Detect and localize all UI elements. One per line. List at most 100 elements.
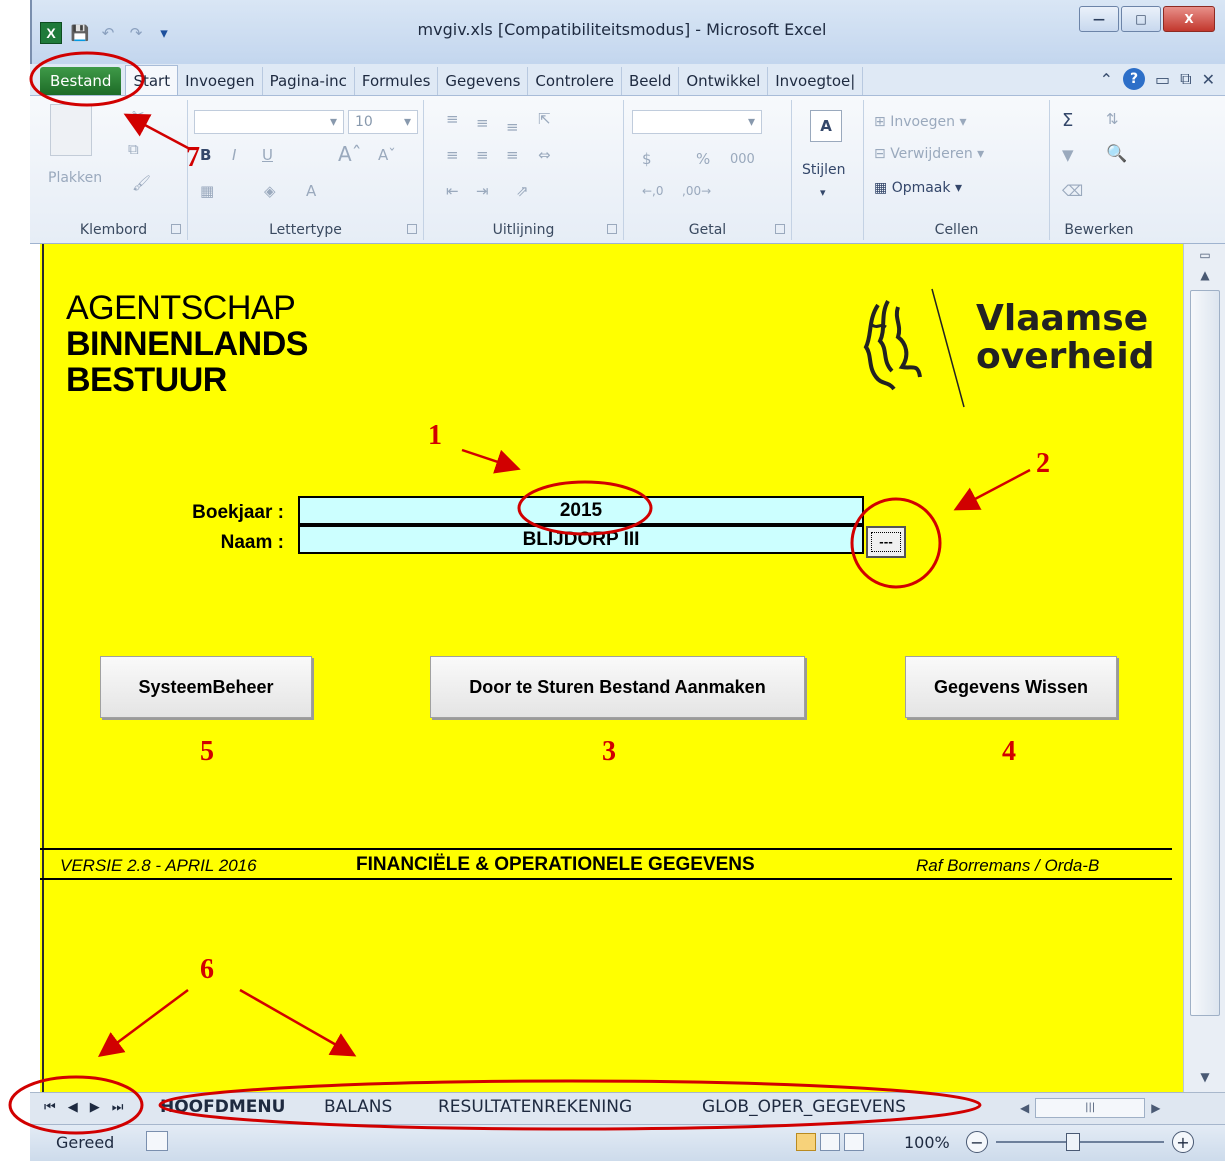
- customize-toolbar-icon[interactable]: ▾: [154, 23, 174, 43]
- styles-dropdown-icon[interactable]: ▾: [820, 186, 826, 199]
- font-name-combo[interactable]: ▾: [194, 110, 344, 134]
- vertical-scrollbar[interactable]: ▭ ▲ ▼: [1183, 244, 1225, 1092]
- maximize-button[interactable]: □: [1121, 6, 1161, 32]
- normal-view-icon[interactable]: [796, 1133, 816, 1151]
- increase-indent-icon[interactable]: ⇥: [476, 182, 489, 200]
- scroll-left-icon[interactable]: ◀: [1020, 1101, 1029, 1115]
- klembord-launcher-icon[interactable]: [171, 224, 181, 234]
- uitlijning-launcher-icon[interactable]: [607, 224, 617, 234]
- delete-cells-button[interactable]: ⊟ Verwijderen ▾: [874, 146, 984, 162]
- tab-formules[interactable]: Formules: [355, 67, 439, 95]
- clear-data-button[interactable]: Gegevens Wissen: [905, 656, 1117, 718]
- styles-label[interactable]: Stijlen: [802, 162, 846, 178]
- vertical-scroll-thumb[interactable]: [1190, 290, 1220, 1016]
- undo-icon[interactable]: ↶: [98, 23, 118, 43]
- paste-icon[interactable]: [50, 104, 92, 156]
- tab-invoegen[interactable]: Invoegen: [178, 67, 263, 95]
- number-format-combo[interactable]: ▾: [632, 110, 762, 134]
- sheet-tab-balans[interactable]: BALANS: [324, 1093, 392, 1121]
- zoom-out-icon[interactable]: −: [966, 1131, 988, 1153]
- zoom-slider-track[interactable]: [996, 1141, 1164, 1143]
- underline-button[interactable]: U: [262, 146, 273, 164]
- macro-record-icon[interactable]: [146, 1131, 168, 1151]
- shrink-font-icon[interactable]: Aˇ: [378, 146, 396, 164]
- workbook-close-icon[interactable]: ✕: [1202, 70, 1215, 89]
- workbook-restore-icon[interactable]: ⧉: [1180, 69, 1191, 89]
- tab-invoegtoepassingen[interactable]: Invoegtoe|: [768, 67, 864, 95]
- lettertype-launcher-icon[interactable]: [407, 224, 417, 234]
- zoom-slider-knob[interactable]: [1066, 1133, 1080, 1151]
- orientation-icon[interactable]: ⇱: [538, 110, 551, 128]
- name-cell[interactable]: BLIJDORP III: [298, 525, 864, 554]
- close-button[interactable]: X: [1163, 6, 1215, 32]
- sheet-tab-hoofdmenu[interactable]: HOOFDMENU: [160, 1093, 285, 1121]
- first-sheet-icon[interactable]: ⏮: [44, 1100, 56, 1115]
- format-cells-button[interactable]: ▦ Opmaak ▾: [874, 180, 962, 196]
- fill-color-icon[interactable]: ◈: [264, 182, 276, 200]
- currency-button[interactable]: $: [642, 150, 652, 168]
- last-sheet-icon[interactable]: ⏭: [112, 1100, 124, 1115]
- horizontal-scrollbar[interactable]: ◀ ||| ▶: [1020, 1097, 1210, 1119]
- minimize-button[interactable]: —: [1079, 6, 1119, 32]
- tab-controleren[interactable]: Controlere: [528, 67, 622, 95]
- copy-icon[interactable]: ⧉: [128, 140, 139, 158]
- merge-center-icon[interactable]: ⇔: [538, 146, 551, 164]
- year-cell[interactable]: 2015: [298, 496, 864, 525]
- page-layout-view-icon[interactable]: [820, 1133, 840, 1151]
- minimize-ribbon-icon[interactable]: ⌃: [1100, 70, 1113, 89]
- text-orientation-icon[interactable]: ⇗: [516, 182, 529, 200]
- tab-beeld[interactable]: Beeld: [622, 67, 680, 95]
- grow-font-icon[interactable]: Aˆ: [338, 142, 362, 166]
- bold-button[interactable]: B: [200, 146, 211, 164]
- scroll-up-icon[interactable]: ▲: [1196, 268, 1214, 284]
- format-painter-icon[interactable]: 🖌: [132, 174, 151, 192]
- tab-start[interactable]: Start: [125, 65, 179, 95]
- tab-ontwikkelaars[interactable]: Ontwikkel: [679, 67, 769, 95]
- borders-icon[interactable]: ▦: [200, 182, 214, 200]
- zoom-in-icon[interactable]: +: [1172, 1131, 1194, 1153]
- styles-icon[interactable]: A: [810, 110, 842, 142]
- clear-icon[interactable]: ⌫: [1062, 182, 1083, 200]
- split-box-icon[interactable]: ▭: [1196, 248, 1214, 264]
- align-left-icon[interactable]: ≡: [446, 146, 459, 164]
- percent-button[interactable]: %: [696, 150, 710, 168]
- find-select-icon[interactable]: 🔍: [1106, 144, 1127, 164]
- italic-button[interactable]: I: [232, 146, 236, 164]
- sort-filter-icon[interactable]: ⇅: [1106, 110, 1119, 128]
- font-size-combo[interactable]: 10 ▾: [348, 110, 418, 134]
- insert-cells-button[interactable]: ⊞ Invoegen ▾: [874, 114, 967, 130]
- page-break-view-icon[interactable]: [844, 1133, 864, 1151]
- align-bottom-icon[interactable]: ≡: [506, 118, 519, 136]
- align-top-icon[interactable]: ≡: [446, 110, 459, 128]
- select-name-button[interactable]: ---: [866, 526, 906, 558]
- scroll-right-icon[interactable]: ▶: [1151, 1101, 1160, 1115]
- horizontal-scroll-thumb[interactable]: |||: [1035, 1098, 1146, 1118]
- decrease-indent-icon[interactable]: ⇤: [446, 182, 459, 200]
- workbook-minimize-icon[interactable]: ▭: [1155, 70, 1170, 89]
- prev-sheet-icon[interactable]: ◀: [68, 1100, 78, 1115]
- next-sheet-icon[interactable]: ▶: [90, 1100, 100, 1115]
- getal-launcher-icon[interactable]: [775, 224, 785, 234]
- font-color-icon[interactable]: A: [306, 182, 316, 200]
- sheet-tab-resultatenrekening[interactable]: RESULTATENREKENING: [438, 1093, 632, 1121]
- redo-icon[interactable]: ↷: [126, 23, 146, 43]
- save-icon[interactable]: 💾: [70, 23, 90, 43]
- tab-bestand[interactable]: Bestand: [40, 67, 122, 95]
- scroll-down-icon[interactable]: ▼: [1196, 1070, 1214, 1086]
- sheet-tab-glob-oper-gegevens[interactable]: GLOB_OPER_GEGEVENS: [702, 1093, 906, 1121]
- create-file-button[interactable]: Door te Sturen Bestand Aanmaken: [430, 656, 805, 718]
- tab-gegevens[interactable]: Gegevens: [438, 67, 529, 95]
- help-icon[interactable]: ?: [1123, 68, 1146, 90]
- tab-pagina-indeling[interactable]: Pagina-inc: [263, 67, 355, 95]
- decrease-decimal-icon[interactable]: ,00→: [682, 184, 711, 198]
- cut-icon[interactable]: ✂: [132, 106, 145, 124]
- increase-decimal-icon[interactable]: ←,0: [642, 184, 664, 198]
- align-middle-icon[interactable]: ≡: [476, 114, 489, 132]
- align-right-icon[interactable]: ≡: [506, 146, 519, 164]
- fill-icon[interactable]: ▼: [1062, 146, 1074, 164]
- zoom-level[interactable]: 100%: [904, 1133, 950, 1152]
- paste-label[interactable]: Plakken: [48, 170, 102, 186]
- thousands-button[interactable]: 000: [730, 152, 755, 167]
- autosum-icon[interactable]: Σ: [1062, 110, 1073, 131]
- align-center-icon[interactable]: ≡: [476, 146, 489, 164]
